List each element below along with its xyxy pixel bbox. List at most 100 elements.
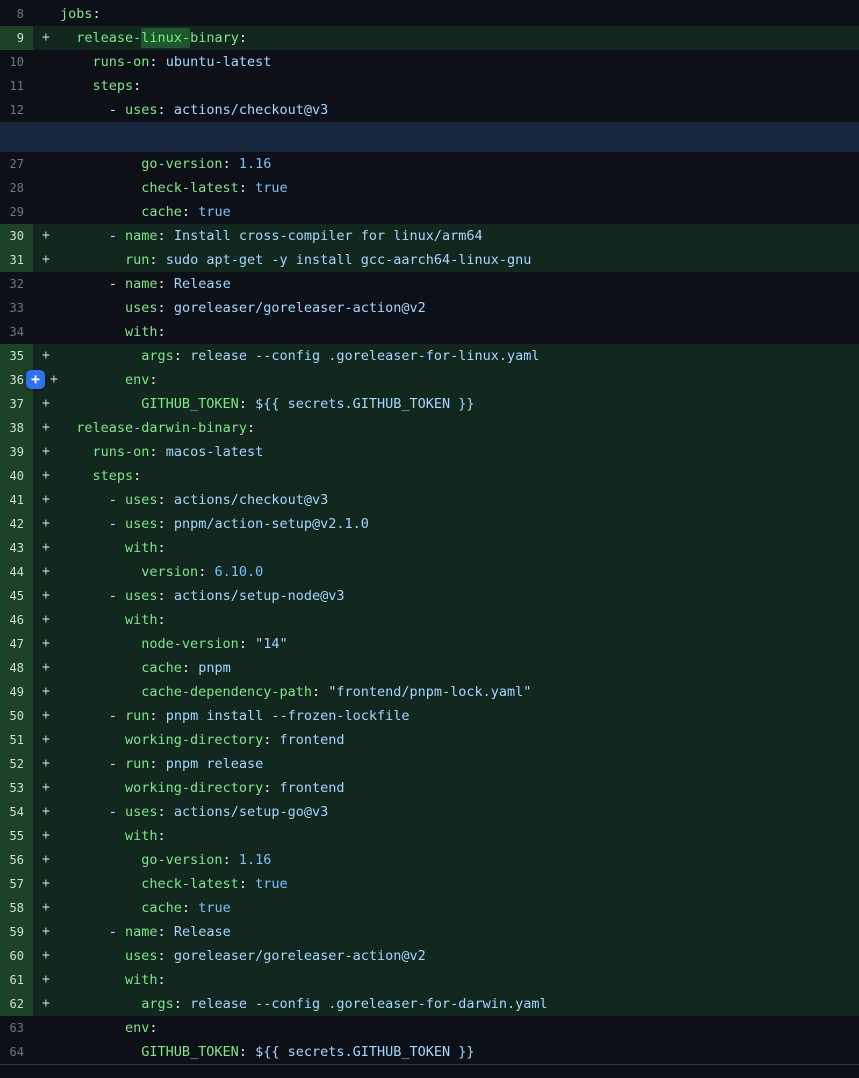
line-number[interactable]: 8 bbox=[0, 2, 33, 26]
code-token: cache bbox=[141, 660, 182, 676]
line-number[interactable]: 55 bbox=[0, 824, 33, 848]
code-line: - uses: actions/checkout@v3 bbox=[60, 488, 859, 512]
code-token: - bbox=[60, 516, 125, 532]
code-token bbox=[60, 948, 125, 964]
code-token: binary bbox=[190, 30, 239, 46]
diff-add-marker: + bbox=[33, 560, 60, 584]
line-number[interactable]: 29 bbox=[0, 200, 33, 224]
line-number[interactable]: 63 bbox=[0, 1016, 33, 1040]
line-number[interactable]: 39 bbox=[0, 440, 33, 464]
code-token: pnpm bbox=[198, 660, 231, 676]
diff-line-61: 61+ with: bbox=[0, 968, 859, 992]
diff-line-35: 35+ args: release --config .goreleaser-f… bbox=[0, 344, 859, 368]
code-line: env: bbox=[60, 368, 859, 392]
line-number[interactable]: 37 bbox=[0, 392, 33, 416]
code-line: release-linux-binary: bbox=[60, 26, 859, 50]
line-number[interactable]: 56 bbox=[0, 848, 33, 872]
line-number[interactable]: 48 bbox=[0, 656, 33, 680]
code-token: : bbox=[239, 1044, 255, 1060]
line-number[interactable]: 32 bbox=[0, 272, 33, 296]
line-number[interactable]: 51 bbox=[0, 728, 33, 752]
code-token: sudo apt-get -y install gcc-aarch64-linu… bbox=[166, 252, 532, 268]
code-token bbox=[60, 372, 125, 388]
diff-add-marker bbox=[33, 200, 60, 224]
code-token bbox=[60, 180, 141, 196]
diff-line-52: 52+ - run: pnpm release bbox=[0, 752, 859, 776]
expand-hidden-lines-band[interactable] bbox=[0, 122, 859, 152]
diff-add-marker bbox=[33, 320, 60, 344]
line-number[interactable]: 58 bbox=[0, 896, 33, 920]
code-token bbox=[60, 780, 125, 796]
line-number[interactable]: 38 bbox=[0, 416, 33, 440]
line-number[interactable]: 46 bbox=[0, 608, 33, 632]
diff-add-marker bbox=[33, 152, 60, 176]
code-token: goreleaser/goreleaser-action@v2 bbox=[174, 948, 426, 964]
diff-line-48: 48+ cache: pnpm bbox=[0, 656, 859, 680]
line-number[interactable]: 45 bbox=[0, 584, 33, 608]
diff-line-33: 33 uses: goreleaser/goreleaser-action@v2 bbox=[0, 296, 859, 320]
line-number[interactable]: 60 bbox=[0, 944, 33, 968]
diff-add-marker: + bbox=[33, 992, 60, 1016]
code-token: - bbox=[60, 924, 125, 940]
diff-rows: 8jobs:9+ release-linux-binary:10 runs-on… bbox=[0, 2, 859, 1064]
line-number[interactable]: 61 bbox=[0, 968, 33, 992]
line-number[interactable]: 41 bbox=[0, 488, 33, 512]
code-token: : bbox=[182, 900, 198, 916]
line-number[interactable]: 27 bbox=[0, 152, 33, 176]
line-number[interactable]: 59 bbox=[0, 920, 33, 944]
diff-add-marker: + bbox=[33, 584, 60, 608]
code-token: run bbox=[125, 756, 149, 772]
diff-add-marker: + bbox=[33, 416, 60, 440]
add-comment-button[interactable]: + bbox=[26, 370, 45, 389]
code-token: release --config .goreleaser-for-linux.y… bbox=[190, 348, 540, 364]
line-number[interactable]: 12 bbox=[0, 98, 33, 122]
line-number[interactable]: 49 bbox=[0, 680, 33, 704]
line-number[interactable]: 40 bbox=[0, 464, 33, 488]
line-number[interactable]: 64 bbox=[0, 1040, 33, 1064]
diff-add-marker bbox=[33, 296, 60, 320]
code-token: - bbox=[60, 276, 125, 292]
code-token bbox=[60, 252, 125, 268]
line-number[interactable]: 30 bbox=[0, 224, 33, 248]
line-number[interactable]: 10 bbox=[0, 50, 33, 74]
code-token: name bbox=[125, 924, 158, 940]
line-number[interactable]: 34 bbox=[0, 320, 33, 344]
line-number[interactable]: 28 bbox=[0, 176, 33, 200]
line-number[interactable]: 11 bbox=[0, 74, 33, 98]
line-number[interactable]: 52 bbox=[0, 752, 33, 776]
code-token: : bbox=[263, 780, 279, 796]
line-number[interactable]: 50 bbox=[0, 704, 33, 728]
line-number[interactable]: 53 bbox=[0, 776, 33, 800]
diff-line-64: 64 GITHUB_TOKEN: ${{ secrets.GITHUB_TOKE… bbox=[0, 1040, 859, 1064]
code-token: : bbox=[174, 996, 190, 1012]
code-line: cache: pnpm bbox=[60, 656, 859, 680]
diff-line-46: 46+ with: bbox=[0, 608, 859, 632]
line-number[interactable]: 54 bbox=[0, 800, 33, 824]
diff-line-54: 54+ - uses: actions/setup-go@v3 bbox=[0, 800, 859, 824]
code-token: go-version bbox=[141, 156, 222, 172]
code-token: : bbox=[158, 228, 174, 244]
code-token: go-version bbox=[141, 852, 222, 868]
diff-add-marker: + bbox=[33, 800, 60, 824]
code-token: actions/setup-go@v3 bbox=[174, 804, 328, 820]
line-number[interactable]: 47 bbox=[0, 632, 33, 656]
line-number[interactable]: 33 bbox=[0, 296, 33, 320]
code-token: args bbox=[141, 996, 174, 1012]
diff-add-marker: + bbox=[33, 920, 60, 944]
code-token bbox=[60, 324, 125, 340]
line-number[interactable]: 9 bbox=[0, 26, 33, 50]
diff-add-marker bbox=[33, 176, 60, 200]
line-number[interactable]: 57 bbox=[0, 872, 33, 896]
line-number[interactable]: 31 bbox=[0, 248, 33, 272]
code-line: args: release --config .goreleaser-for-l… bbox=[60, 344, 859, 368]
line-number[interactable]: 62 bbox=[0, 992, 33, 1016]
line-number[interactable]: 42 bbox=[0, 512, 33, 536]
diff-add-marker: + bbox=[33, 896, 60, 920]
line-number[interactable]: 35 bbox=[0, 344, 33, 368]
line-number[interactable]: 43 bbox=[0, 536, 33, 560]
code-token: : bbox=[149, 1020, 157, 1036]
code-line: cache: true bbox=[60, 896, 859, 920]
line-number[interactable]: 44 bbox=[0, 560, 33, 584]
code-line: check-latest: true bbox=[60, 872, 859, 896]
code-token: check-latest bbox=[141, 180, 239, 196]
